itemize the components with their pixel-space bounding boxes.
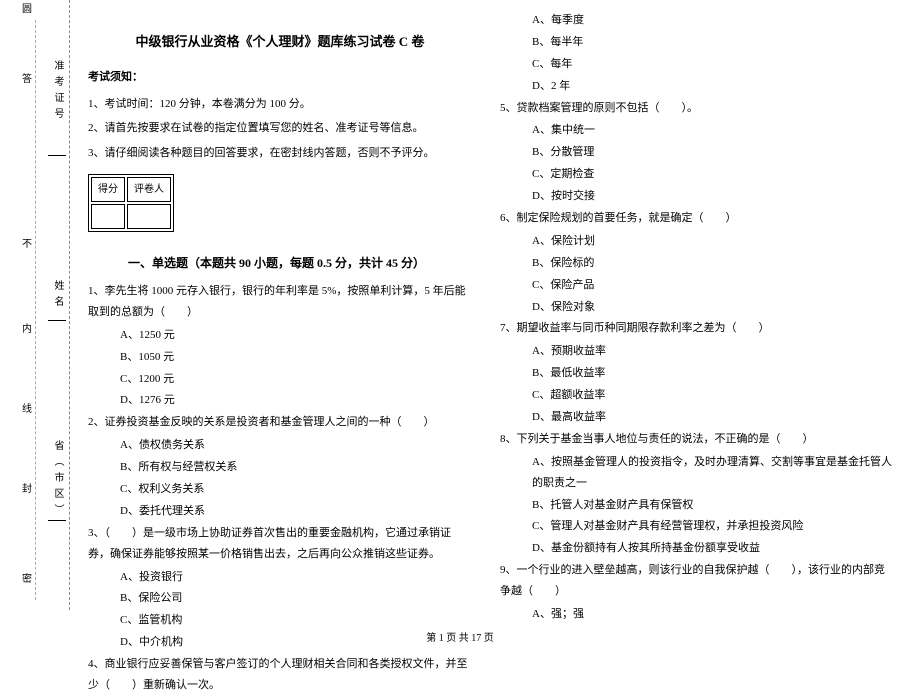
question-option: C、管理人对基金财产具有经营管理权，并承担投资风险 bbox=[500, 516, 892, 537]
question-option: C、定期检查 bbox=[500, 164, 892, 185]
page-content: 中级银行从业资格《个人理财》题库练习试卷 C 卷 考试须知： 1、考试时间：12… bbox=[80, 10, 910, 610]
guide-char-secret: 密 bbox=[22, 570, 32, 585]
question-option: B、保险公司 bbox=[88, 588, 472, 609]
question-option: A、保险计划 bbox=[500, 231, 892, 252]
question-stem: 7、期望收益率与同币种同期限存款利率之差为（ ） bbox=[500, 318, 892, 339]
field-underline bbox=[48, 320, 66, 321]
score-cell-blank bbox=[127, 204, 171, 229]
score-cell-label: 得分 bbox=[91, 177, 125, 202]
question-option: A、按照基金管理人的投资指令，及时办理清算、交割等事宜是基金托管人的职责之一 bbox=[500, 452, 892, 494]
guide-char-line: 线 bbox=[22, 400, 32, 415]
question-option: D、保险对象 bbox=[500, 297, 892, 318]
page-footer: 第 1 页 共 17 页 bbox=[0, 629, 920, 644]
binding-sidebar: 圆 答 准考证号 不 姓名 内 线 省（市区） 封 密 bbox=[0, 0, 70, 610]
question-option: B、保险标的 bbox=[500, 253, 892, 274]
question-option: D、基金份额持有人按其所持基金份额享受收益 bbox=[500, 538, 892, 559]
section-title: 一、单选题（本题共 90 小题，每题 0.5 分，共计 45 分） bbox=[128, 252, 425, 275]
question-option: B、所有权与经营权关系 bbox=[88, 457, 472, 478]
question-option: C、超额收益率 bbox=[500, 385, 892, 406]
question-option: C、权利义务关系 bbox=[88, 479, 472, 500]
question-stem: 4、商业银行应妥善保管与客户签订的个人理财相关合同和各类授权文件，并至少（ ）重… bbox=[88, 654, 472, 696]
question-option: D、1276 元 bbox=[88, 390, 472, 411]
question-option: A、集中统一 bbox=[500, 120, 892, 141]
question-stem: 5、贷款档案管理的原则不包括（ ）。 bbox=[500, 98, 892, 119]
question-stem: 3、（ ）是一级市场上协助证券首次售出的重要金融机构，它通过承销证券，确保证券能… bbox=[88, 523, 472, 565]
question-stem: 6、制定保险规划的首要任务，就是确定（ ） bbox=[500, 208, 892, 229]
question-stem: 1、李先生将 1000 元存入银行，银行的年利率是 5%，按照单利计算，5 年后… bbox=[88, 281, 472, 323]
question-option: D、按时交接 bbox=[500, 186, 892, 207]
question-stem: 9、一个行业的进入壁垒越高，则该行业的自我保护越（ ），该行业的内部竞争越（ ） bbox=[500, 560, 892, 602]
question-stem: 8、下列关于基金当事人地位与责任的说法，不正确的是（ ） bbox=[500, 429, 892, 450]
question-option: A、强；强 bbox=[500, 604, 892, 625]
right-column: A、每季度 B、每半年 C、每年 D、2 年 5、贷款档案管理的原则不包括（ ）… bbox=[480, 10, 900, 610]
province-label: 省（市区） bbox=[50, 440, 65, 520]
question-option: C、保险产品 bbox=[500, 275, 892, 296]
question-option: B、托管人对基金财产具有保管权 bbox=[500, 495, 892, 516]
question-option: C、每年 bbox=[500, 54, 892, 75]
field-underline bbox=[48, 155, 66, 156]
dashed-guide-line bbox=[35, 20, 36, 600]
score-cell-blank bbox=[91, 204, 125, 229]
question-option: B、1050 元 bbox=[88, 347, 472, 368]
score-table: 得分 评卷人 bbox=[88, 174, 174, 232]
score-cell-label: 评卷人 bbox=[127, 177, 171, 202]
field-underline bbox=[48, 520, 66, 521]
question-option: B、分散管理 bbox=[500, 142, 892, 163]
question-option: C、1200 元 bbox=[88, 369, 472, 390]
question-option: A、投资银行 bbox=[88, 567, 472, 588]
question-option: D、委托代理关系 bbox=[88, 501, 472, 522]
notice-heading: 考试须知： bbox=[88, 67, 472, 88]
guide-char-seal: 封 bbox=[22, 480, 32, 495]
left-column: 中级银行从业资格《个人理财》题库练习试卷 C 卷 考试须知： 1、考试时间：12… bbox=[80, 10, 480, 610]
notice-line: 2、请首先按要求在试卷的指定位置填写您的姓名、准考证号等信息。 bbox=[88, 118, 472, 139]
name-label: 姓名 bbox=[50, 280, 65, 312]
question-option: B、最低收益率 bbox=[500, 363, 892, 384]
guide-char-answer: 答 bbox=[22, 70, 32, 85]
exam-title: 中级银行从业资格《个人理财》题库练习试卷 C 卷 bbox=[88, 30, 472, 55]
question-option: B、每半年 bbox=[500, 32, 892, 53]
notice-line: 1、考试时间：120 分钟，本卷满分为 100 分。 bbox=[88, 94, 472, 115]
question-option: A、1250 元 bbox=[88, 325, 472, 346]
question-option: A、每季度 bbox=[500, 10, 892, 31]
question-option: A、债权债务关系 bbox=[88, 435, 472, 456]
question-option: D、2 年 bbox=[500, 76, 892, 97]
guide-char-top: 圆 bbox=[22, 0, 32, 15]
guide-char-inside: 内 bbox=[22, 320, 32, 335]
question-stem: 2、证券投资基金反映的关系是投资者和基金管理人之间的一种（ ） bbox=[88, 412, 472, 433]
notice-line: 3、请仔细阅读各种题目的回答要求，在密封线内答题，否则不予评分。 bbox=[88, 143, 472, 164]
question-option: A、预期收益率 bbox=[500, 341, 892, 362]
guide-char-nofold: 不 bbox=[22, 235, 32, 250]
admit-number-label: 准考证号 bbox=[50, 60, 65, 124]
question-option: D、最高收益率 bbox=[500, 407, 892, 428]
